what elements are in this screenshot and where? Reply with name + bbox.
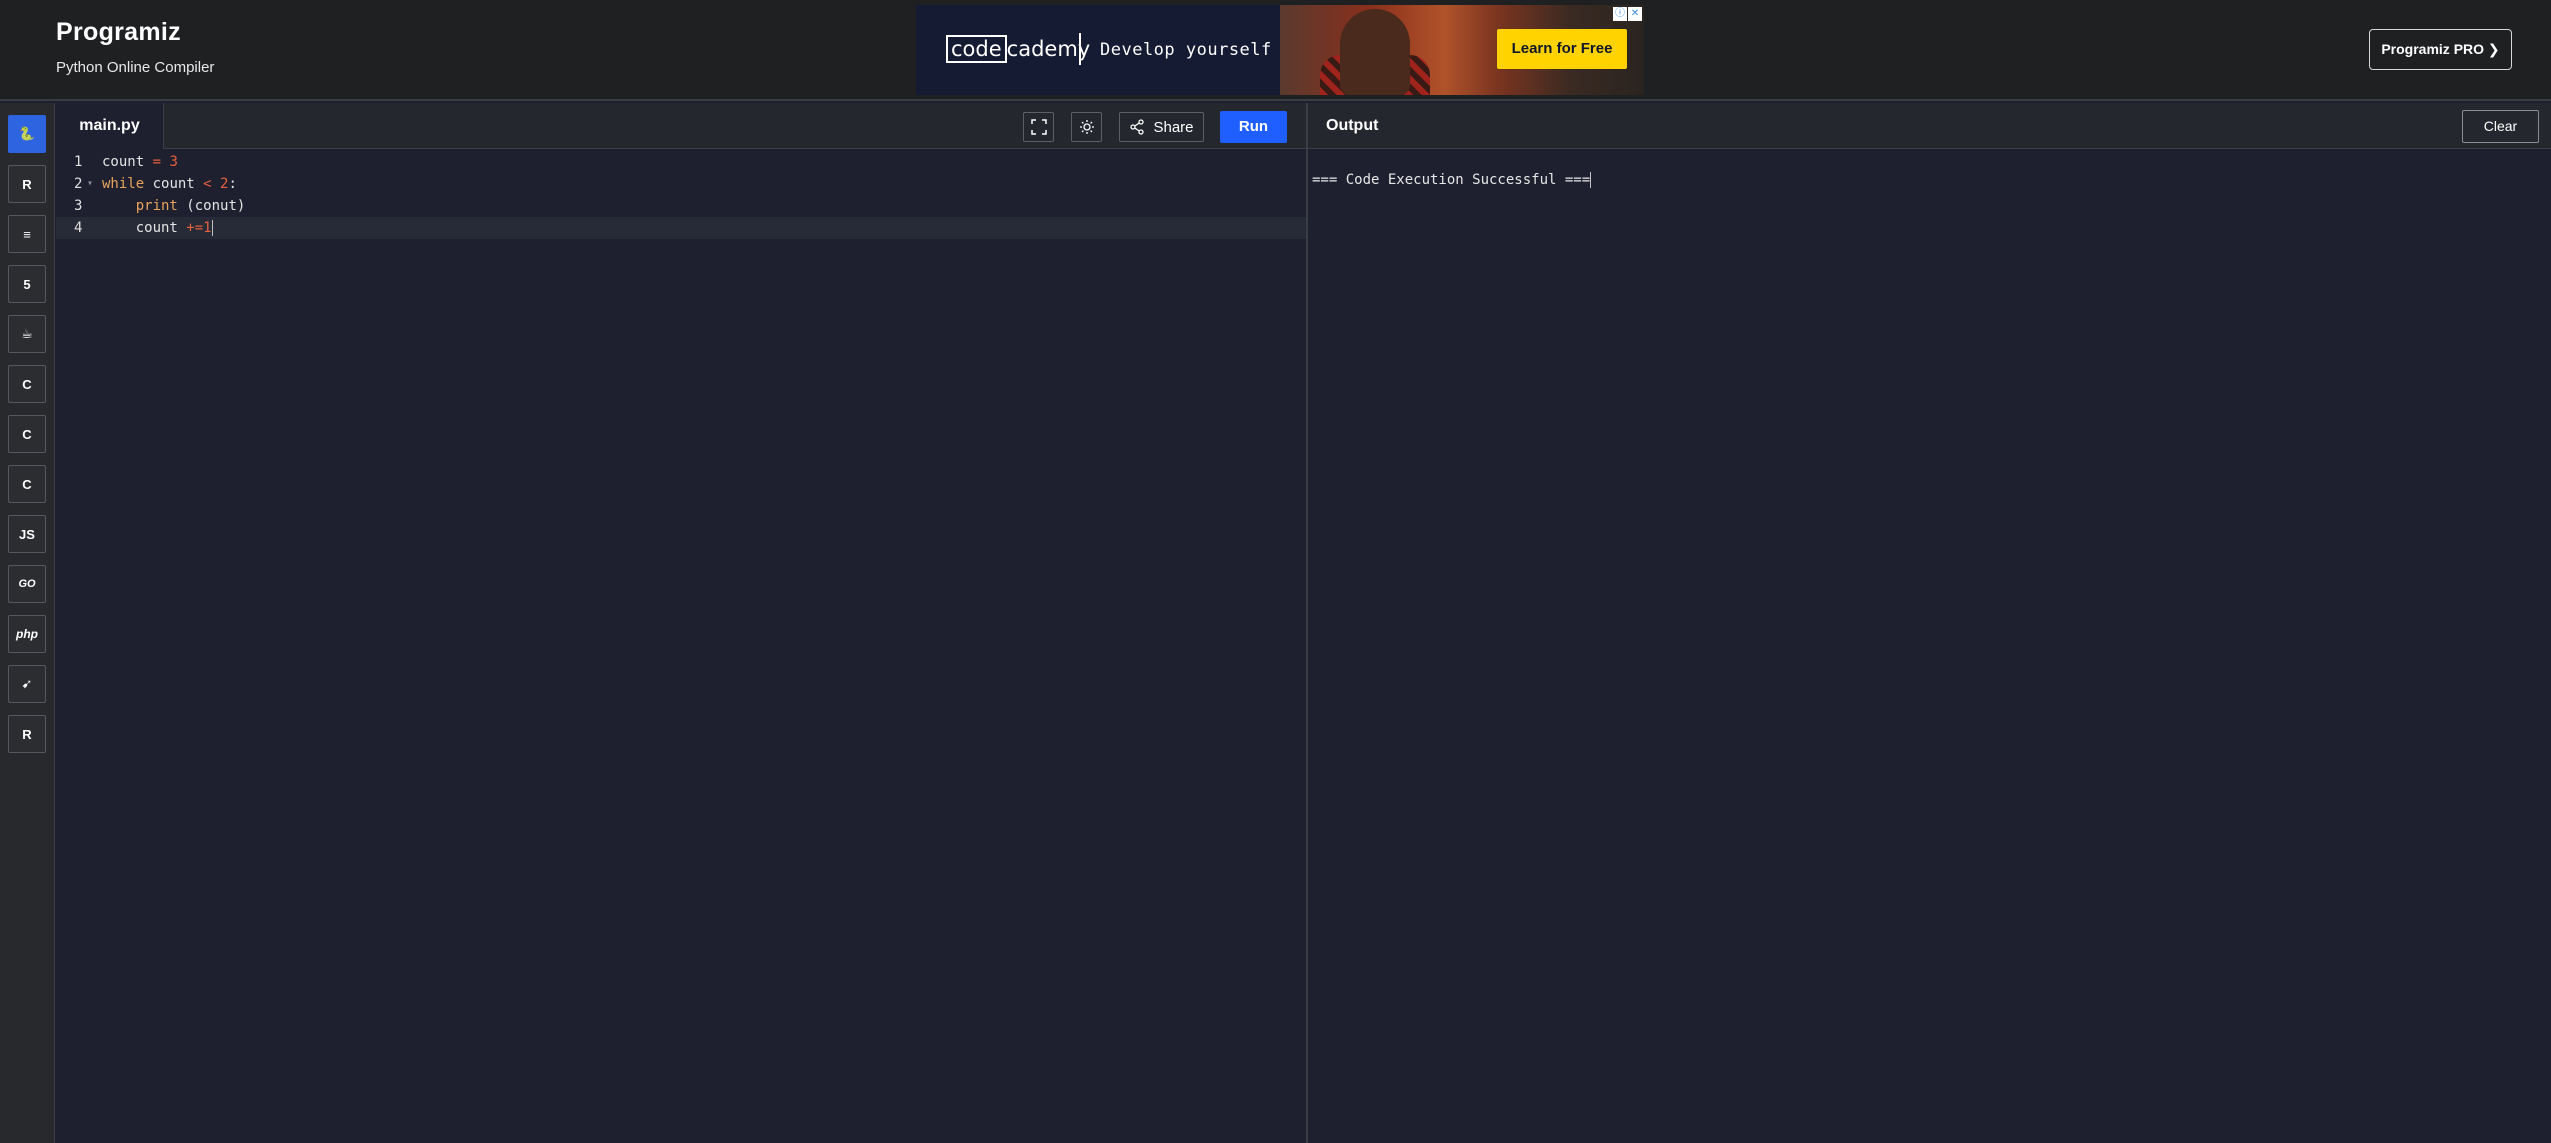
line-number: 3 [74,198,83,214]
rust-language-icon[interactable]: R [8,715,46,753]
code-text: count = 3 [102,154,178,170]
output-toolbar: Output Clear [1308,103,2551,149]
share-button[interactable]: Share [1119,112,1204,142]
output-title: Output [1326,117,1379,134]
theme-toggle-button[interactable] [1071,112,1102,142]
ad-controls: ⓘ ✕ [1613,7,1642,21]
ad-photo-person [1340,9,1410,95]
ad-learn-for-free-button[interactable]: Learn for Free [1497,29,1627,69]
code-text: while count < 2: [102,176,237,192]
text-cursor [211,220,213,236]
ad-close-icon[interactable]: ✕ [1628,7,1642,21]
code-editor[interactable]: 1 count = 3 2 ▾ while count < 2: 3 print… [56,150,1306,1143]
fullscreen-button[interactable] [1023,112,1054,142]
code-line: 3 print (conut) [56,195,1306,217]
code-line: 2 ▾ while count < 2: [56,173,1306,195]
output-text: === Code Execution Successful === [1312,172,1592,188]
advertisement-banner[interactable]: code cademy Develop yourself Learn for Fr… [916,5,1644,95]
c-language-icon[interactable]: C [8,365,46,403]
sql-language-icon[interactable]: ≡ [8,215,46,253]
top-header: Programiz Python Online Compiler code cad… [0,0,2551,101]
run-button[interactable]: Run [1220,111,1287,143]
java-language-icon[interactable]: ☕ [8,315,46,353]
sun-icon [1079,120,1094,134]
code-text: print (conut) [135,198,246,214]
cpp-language-icon[interactable]: C [8,415,46,453]
ad-tagline: Develop yourself [1100,40,1272,60]
programiz-logo[interactable]: Programiz [56,18,181,47]
csharp-language-icon[interactable]: C [8,465,46,503]
code-line: 1 count = 3 [56,151,1306,173]
console-cursor [1590,172,1592,188]
code-line-active: 4 count +=1 [56,217,1306,239]
python-language-icon[interactable]: 🐍 [8,115,46,153]
ad-divider [1079,33,1081,65]
ad-choices-icon[interactable]: ⓘ [1613,7,1627,21]
r-language-icon[interactable]: R [8,165,46,203]
clear-button[interactable]: Clear [2462,110,2539,143]
line-number: 2 [74,176,83,192]
html-language-icon[interactable]: 5 [8,265,46,303]
fullscreen-icon [1030,119,1047,135]
language-sidebar: 🐍 R ≡ 5 ☕ C C C JS GO php ➹ R [0,103,55,1143]
output-console[interactable]: === Code Execution Successful === [1308,150,2551,1143]
php-language-icon[interactable]: php [8,615,46,653]
ad-brand-logo: code cademy [946,35,1090,63]
javascript-language-icon[interactable]: JS [8,515,46,553]
line-number: 1 [74,154,83,170]
programiz-pro-button[interactable]: Programiz PRO ❯ [2369,29,2512,70]
share-icon [1130,119,1145,135]
swift-language-icon[interactable]: ➹ [8,665,46,703]
share-label: Share [1153,118,1194,136]
line-number: 4 [74,220,83,236]
editor-toolbar: main.py Share Run [56,103,1306,149]
go-language-icon[interactable]: GO [8,565,46,603]
fold-arrow-icon[interactable]: ▾ [87,173,93,195]
file-tab-main-py[interactable]: main.py [56,103,164,149]
code-text: count +=1 [102,220,213,236]
page-subtitle: Python Online Compiler [56,59,215,76]
